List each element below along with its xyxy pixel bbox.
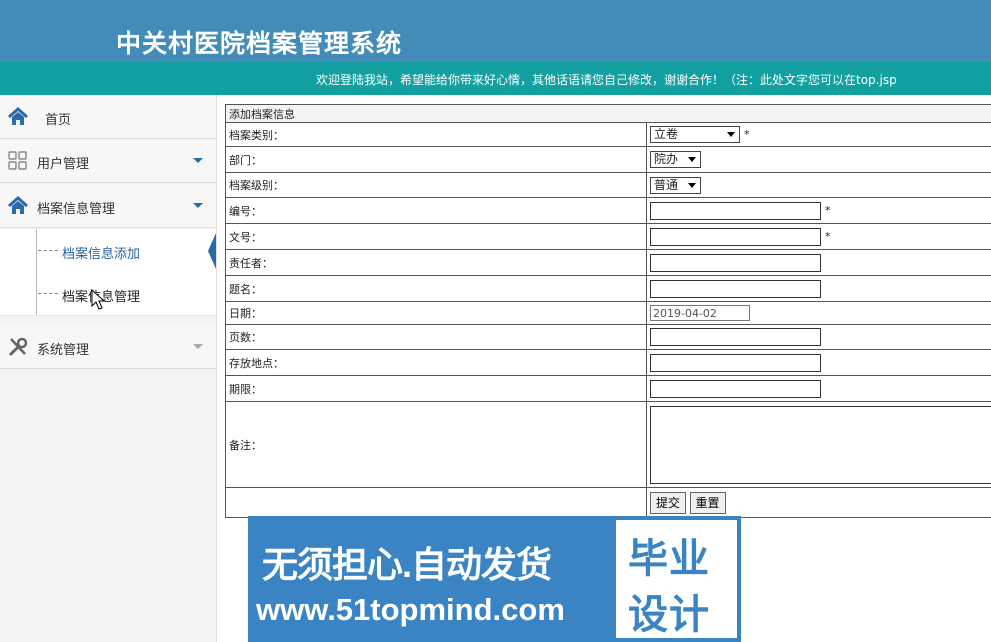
home-icon <box>8 195 28 214</box>
doc-number-input[interactable] <box>650 227 821 246</box>
sidebar-item-user-management[interactable]: 用户管理 <box>0 139 216 183</box>
category-select[interactable]: 立卷 <box>650 126 740 143</box>
form-caption: 添加档案信息 <box>225 104 991 123</box>
sidebar: 首页 用户管理 档案信息管理 档案信息添加 档案信息管理 系统管理 <box>0 95 217 642</box>
required-mark: * <box>744 127 750 141</box>
title-input[interactable] <box>650 279 821 298</box>
field-label: 编号： <box>225 197 647 224</box>
chevron-down-icon <box>193 158 203 163</box>
field-label: 存放地点： <box>225 349 647 376</box>
date-input[interactable] <box>650 305 750 321</box>
tree-branch <box>38 250 58 251</box>
active-indicator <box>208 233 216 269</box>
field-label: 题名： <box>225 275 647 302</box>
home-icon <box>8 106 28 125</box>
watermark-banner: 无须担心.自动发货 www.51topmind.com 毕业 设计 <box>248 516 741 642</box>
chevron-down-icon <box>688 182 696 188</box>
tree-line <box>36 229 37 272</box>
field-label: 日期： <box>225 301 647 325</box>
number-input[interactable] <box>650 201 821 220</box>
chevron-down-icon <box>727 132 735 137</box>
submenu-item-label: 档案信息添加 <box>62 247 141 262</box>
empty-cell <box>225 487 647 518</box>
location-input[interactable] <box>650 353 821 372</box>
sidebar-item-archive-management[interactable]: 档案信息管理 <box>0 184 216 228</box>
sidebar-item-system-management[interactable]: 系统管理 <box>0 325 216 369</box>
department-select[interactable]: 院办 <box>650 151 701 168</box>
field-label: 备注： <box>225 401 647 488</box>
chevron-down-icon <box>193 203 203 208</box>
mouse-cursor-icon <box>91 289 105 310</box>
remarks-textarea[interactable] <box>650 405 991 484</box>
watermark-url: www.51topmind.com <box>256 592 565 627</box>
field-label: 档案级别： <box>225 172 647 198</box>
responsible-input[interactable] <box>650 253 821 272</box>
field-label: 期限： <box>225 375 647 402</box>
sidebar-item-home[interactable]: 首页 <box>0 95 216 139</box>
required-mark: * <box>825 203 831 217</box>
sidebar-item-label: 首页 <box>45 113 72 128</box>
submit-button[interactable]: 提交 <box>650 491 687 514</box>
chevron-down-icon <box>688 157 696 162</box>
app-title: 中关村医院档案管理系统 <box>116 29 403 58</box>
watermark-line1: 无须担心.自动发货 <box>262 544 552 585</box>
pages-input[interactable] <box>650 328 821 346</box>
tree-branch <box>38 293 58 294</box>
submenu-item-archive-manage[interactable]: 档案信息管理 <box>0 272 216 315</box>
field-label: 档案类别： <box>225 122 647 147</box>
field-label: 页数： <box>225 324 647 350</box>
welcome-marquee: 欢迎登陆我站，希望能给你带来好心情，其他话语请您自己修改，谢谢合作！（注：此处文… <box>0 62 991 95</box>
app-header: 中关村医院档案管理系统 <box>0 0 991 62</box>
sidebar-item-label: 系统管理 <box>37 343 90 358</box>
term-input[interactable] <box>650 379 821 398</box>
archive-submenu: 档案信息添加 档案信息管理 <box>0 229 216 316</box>
chevron-down-icon <box>193 344 203 349</box>
field-label: 责任者： <box>225 249 647 276</box>
add-archive-form: 添加档案信息 档案类别： 立卷 * 部门： 院办 档案级别： 普通 编号： * 文… <box>225 104 991 518</box>
watermark-box-line2: 设计 <box>628 593 710 637</box>
reset-button[interactable]: 重置 <box>689 491 726 514</box>
watermark-box: 毕业 设计 <box>612 516 741 642</box>
required-mark: * <box>825 229 831 243</box>
sidebar-item-label: 档案信息管理 <box>37 202 116 217</box>
grid-icon <box>8 151 27 170</box>
tools-icon <box>8 337 28 357</box>
level-select[interactable]: 普通 <box>650 176 701 194</box>
tree-line <box>36 272 37 315</box>
marquee-text: 欢迎登陆我站，希望能给你带来好心情，其他话语请您自己修改，谢谢合作！（注：此处文… <box>316 73 897 87</box>
sidebar-item-label: 用户管理 <box>37 157 90 172</box>
watermark-box-line1: 毕业 <box>628 537 710 581</box>
field-label: 部门： <box>225 146 647 173</box>
submenu-item-archive-add[interactable]: 档案信息添加 <box>0 229 216 272</box>
field-label: 文号： <box>225 223 647 250</box>
